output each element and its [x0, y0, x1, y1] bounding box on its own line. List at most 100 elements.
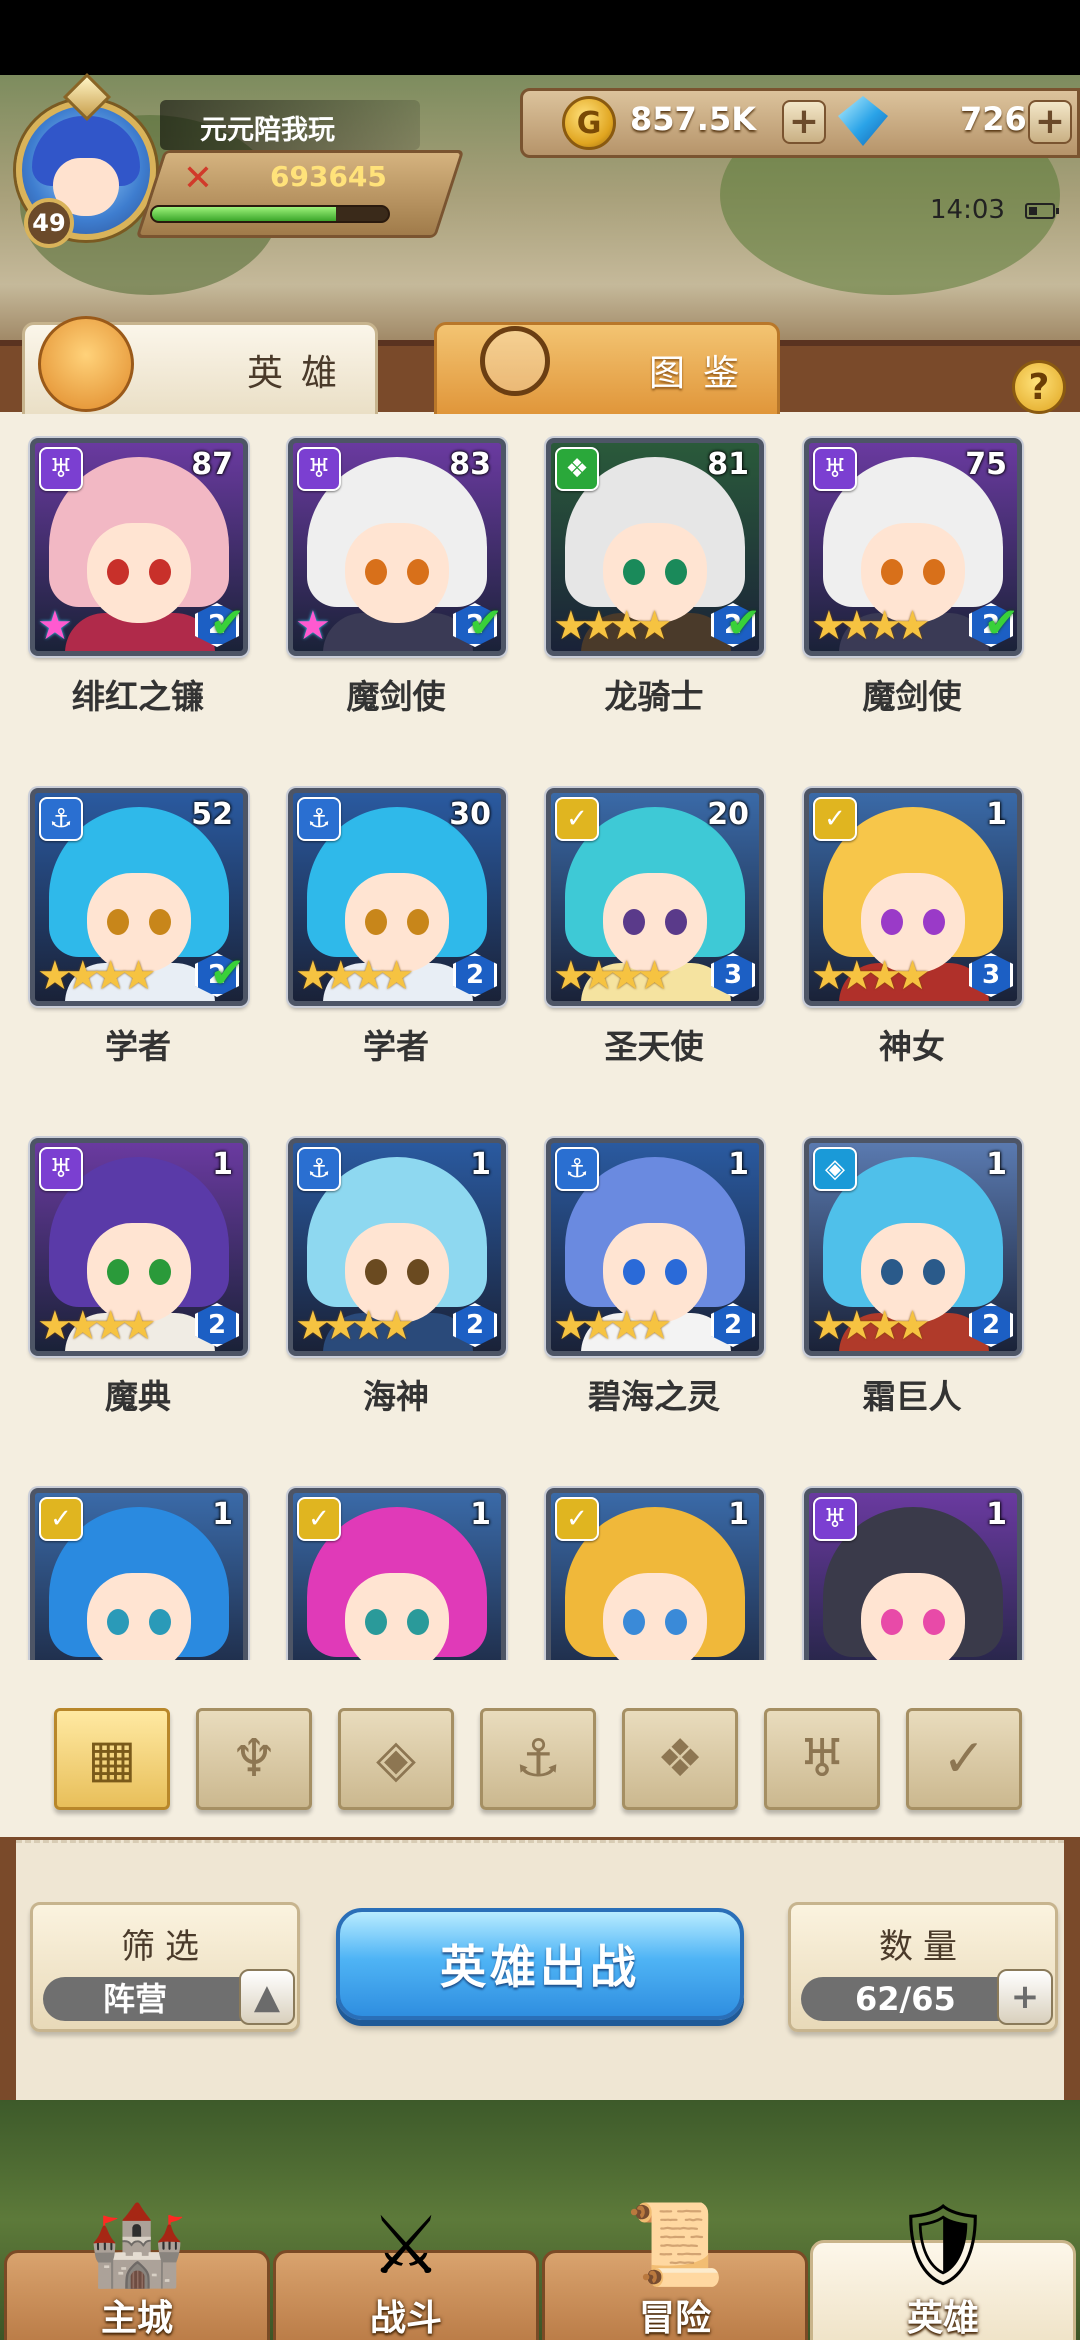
hero-card[interactable]: ⚓ 1 ★★★★ 2 碧海之灵 — [534, 1130, 764, 1460]
hero-card[interactable]: ♅ 1 — [792, 1480, 1022, 1660]
status-bar — [0, 0, 1080, 75]
count-title: 数量 — [879, 1927, 967, 1967]
hero-name: 魔剑使 — [862, 677, 962, 716]
hero-card[interactable]: ✓ 20 ★★★★ 3 圣天使 — [534, 780, 764, 1110]
ocean-faction-icon: ⚓ — [297, 797, 341, 841]
hero-portrait: ♅ 75 ★★★★ 2 ✔ — [804, 438, 1022, 656]
hero-face — [345, 1573, 449, 1660]
holy-faction-icon: ✓ — [555, 1497, 599, 1541]
anchor-faction-icon: ⚓ — [514, 1729, 562, 1789]
hero-eye — [107, 909, 129, 935]
add-gems-button[interactable]: + — [1028, 100, 1072, 144]
exp-bar — [150, 205, 390, 223]
hero-portrait: ✓ 1 — [288, 1488, 506, 1660]
hero-card[interactable]: ♅ 87 ★ 2 ✔ 绯红之镰 — [18, 430, 248, 760]
expand-capacity-button[interactable]: + — [997, 1969, 1053, 2025]
hero-eye — [107, 1609, 129, 1635]
demon-faction-icon: ♅ — [798, 1729, 846, 1789]
hero-card[interactable]: ⚓ 1 ★★★★ 2 海神 — [276, 1130, 506, 1460]
star-rating: ★★★★ — [811, 953, 930, 999]
hero-portrait: ♅ 1 ★★★★ 2 — [30, 1138, 248, 1356]
hero-card[interactable]: ✓ 1 ★★★★ 3 神女 — [792, 780, 1022, 1110]
hero-eye — [365, 909, 387, 935]
hero-eye — [665, 1259, 687, 1285]
magnifier-icon — [480, 326, 550, 396]
star-rating: ★★★★ — [553, 603, 672, 649]
gold-coin-icon: G — [562, 96, 616, 150]
holy-faction-icon: ✓ — [555, 797, 599, 841]
hero-level: 1 — [470, 1497, 491, 1532]
exp-bar-fill — [152, 207, 337, 221]
star-rating: ★★★★ — [295, 953, 414, 999]
nature-faction-filter-button[interactable]: ♆ — [196, 1708, 312, 1810]
all-grid-filter-button[interactable]: ▦ — [54, 1708, 170, 1810]
nature-faction-icon: ♆ — [230, 1729, 278, 1789]
hero-card[interactable]: ♅ 1 ★★★★ 2 魔典 — [18, 1130, 248, 1460]
add-gold-button[interactable]: + — [782, 100, 826, 144]
help-button[interactable]: ? — [1012, 360, 1066, 414]
hero-portrait: ✓ 1 ★★★★ 3 — [804, 788, 1022, 1006]
clock: 14:03 — [930, 195, 1005, 225]
hero-level: 52 — [191, 797, 233, 832]
star-rating: ★★★★ — [553, 953, 672, 999]
filter-box: 筛选 阵营 ▲ — [30, 1902, 300, 2032]
hero-card[interactable]: ⚓ 30 ★★★★ 2 学者 — [276, 780, 506, 1110]
hero-eye — [365, 1609, 387, 1635]
hero-level: 1 — [470, 1147, 491, 1182]
hero-level: 1 — [986, 797, 1007, 832]
deploy-heroes-button[interactable]: 英雄出战 — [336, 1908, 744, 2020]
holy-faction-filter-button[interactable]: ✓ — [906, 1708, 1022, 1810]
castle-icon: 🏰 — [87, 2198, 187, 2291]
hero-eye — [149, 1259, 171, 1285]
player-level-badge: 49 — [24, 198, 74, 248]
ocean-faction-icon: ⚓ — [39, 797, 83, 841]
anchor-faction-filter-button[interactable]: ⚓ — [480, 1708, 596, 1810]
hero-eye — [665, 909, 687, 935]
hero-portrait: ⚓ 1 ★★★★ 2 — [288, 1138, 506, 1356]
hero-eye — [149, 1609, 171, 1635]
ocean-faction-icon: ⚓ — [555, 1147, 599, 1191]
combat-power-value: 693645 — [270, 160, 387, 193]
beast-faction-filter-button[interactable]: ❖ — [622, 1708, 738, 1810]
hero-card[interactable]: ◈ 1 ★★★★ 2 霜巨人 — [792, 1130, 1022, 1460]
hero-eye — [881, 909, 903, 935]
hero-card[interactable]: ❖ 81 ★★★★ 2 ✔ 龙骑士 — [534, 430, 764, 760]
hero-card[interactable]: ✓ 1 — [18, 1480, 248, 1660]
hero-portrait: ♅ 1 — [804, 1488, 1022, 1660]
filter-title: 筛选 — [121, 1927, 209, 1967]
hero-card[interactable]: ♅ 83 ★ 2 ✔ 魔剑使 — [276, 430, 506, 760]
star-rating: ★★★★ — [553, 1303, 672, 1349]
hero-level: 87 — [191, 447, 233, 482]
battery-icon — [1025, 203, 1059, 219]
hero-grid: ♅ 87 ★ 2 ✔ 绯红之镰 ♅ 83 ★ 2 ✔ 魔剑使 ❖ 81 ★★★★ 2 ✔ 龙骑士 ♅ 75 ★★★★ 2 ✔… — [0, 420, 1080, 1660]
holy-faction-icon: ✓ — [39, 1497, 83, 1541]
hero-level: 1 — [212, 1147, 233, 1182]
hero-card[interactable]: ♅ 75 ★★★★ 2 ✔ 魔剑使 — [792, 430, 1022, 760]
hero-card[interactable]: ✓ 1 — [534, 1480, 764, 1660]
filter-toggle-button[interactable]: ▲ — [239, 1969, 295, 2025]
hero-face — [603, 1573, 707, 1660]
deployed-check-icon: ✔ — [983, 598, 1019, 647]
hero-eye — [149, 559, 171, 585]
deployed-check-icon: ✔ — [209, 948, 245, 997]
hero-portrait: ✓ 20 ★★★★ 3 — [546, 788, 764, 1006]
hero-eye — [881, 1609, 903, 1635]
hero-card[interactable]: ✓ 1 — [276, 1480, 506, 1660]
hero-eye — [407, 1259, 429, 1285]
player-name: 元元陪我玩 — [160, 100, 420, 150]
demon-faction-filter-button[interactable]: ♅ — [764, 1708, 880, 1810]
hero-portrait: ♅ 87 ★ 2 ✔ — [30, 438, 248, 656]
hero-eye — [665, 1609, 687, 1635]
hero-level: 1 — [728, 1147, 749, 1182]
demon-faction-icon: ♅ — [813, 447, 857, 491]
hero-portrait: ⚓ 52 ★★★★ 2 ✔ — [30, 788, 248, 1006]
hero-eye — [665, 559, 687, 585]
hero-name: 圣天使 — [604, 1027, 704, 1066]
hero-card[interactable]: ⚓ 52 ★★★★ 2 ✔ 学者 — [18, 780, 248, 1110]
hero-name: 海神 — [363, 1377, 429, 1416]
hero-level: 1 — [986, 1497, 1007, 1532]
crystal-faction-filter-button[interactable]: ◈ — [338, 1708, 454, 1810]
hero-name: 学者 — [363, 1027, 429, 1066]
gold-amount: 857.5K — [630, 100, 757, 138]
beast-faction-icon: ❖ — [555, 447, 599, 491]
